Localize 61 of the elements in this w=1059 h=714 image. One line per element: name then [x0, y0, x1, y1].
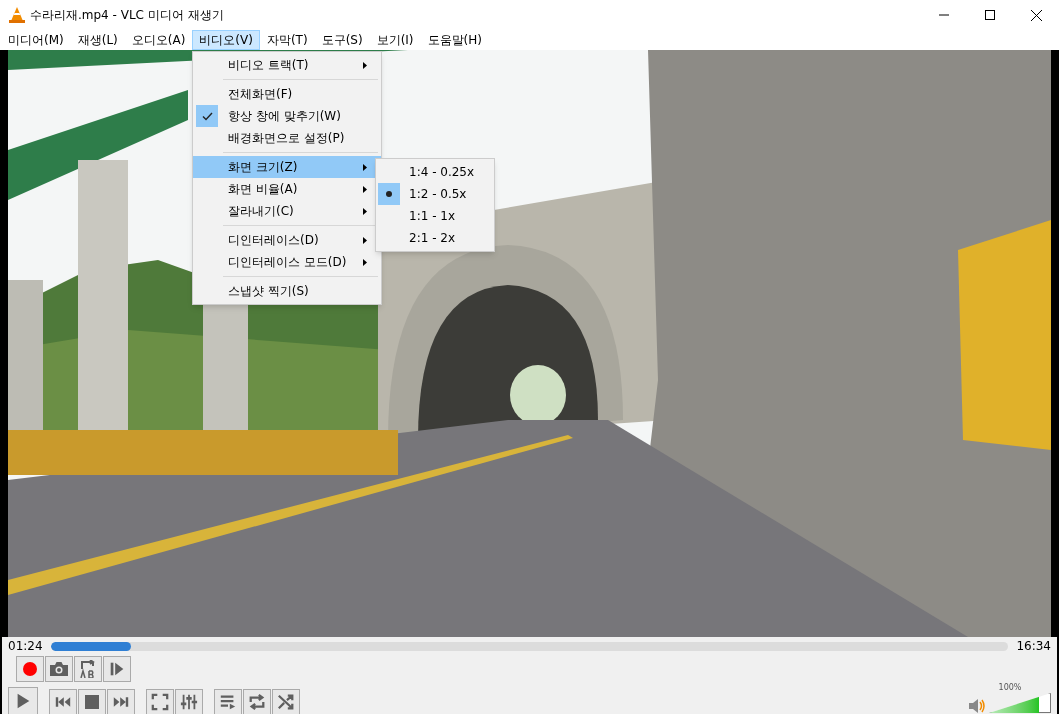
close-icon: [1030, 9, 1042, 21]
previous-button[interactable]: [49, 689, 77, 714]
next-button[interactable]: [107, 689, 135, 714]
menu-item[interactable]: 비디오 트랙(T): [193, 54, 381, 76]
submenu-arrow-icon: [363, 236, 367, 244]
shuffle-icon: [277, 694, 294, 710]
elapsed-time: 01:24: [8, 638, 43, 655]
menu-item[interactable]: 전체화면(F): [193, 83, 381, 105]
frame-step-button[interactable]: [103, 656, 131, 682]
stop-button[interactable]: [78, 689, 106, 714]
menu-item[interactable]: 스냅샷 찍기(S): [193, 280, 381, 302]
menu-bar-item[interactable]: 자막(T): [259, 30, 315, 50]
menu-item[interactable]: 1:1 - 1x: [376, 205, 494, 227]
menu-bar-item[interactable]: 도움말(H): [420, 30, 489, 50]
submenu-arrow-icon: [363, 258, 367, 266]
record-icon: [23, 662, 37, 676]
sliders-icon: [180, 693, 198, 711]
menu-item[interactable]: 디인터레이스 모드(D): [193, 251, 381, 273]
frame-step-icon: [110, 662, 124, 676]
repeat-button[interactable]: [243, 689, 271, 714]
fullscreen-button[interactable]: [146, 689, 174, 714]
next-icon: [113, 697, 129, 707]
shuffle-button[interactable]: [272, 689, 300, 714]
menu-item[interactable]: 1:2 - 0.5x: [376, 183, 494, 205]
menu-item[interactable]: 항상 창에 맞추기(W): [193, 105, 381, 127]
stop-icon: [85, 695, 99, 709]
volume-reading: 100%: [998, 684, 1022, 692]
submenu-arrow-icon: [363, 163, 367, 171]
ab-loop-button[interactable]: [74, 656, 102, 682]
repeat-icon: [249, 693, 265, 711]
submenu-arrow-icon: [363, 61, 367, 69]
menu-bar-item[interactable]: 도구(S): [314, 30, 370, 50]
camera-icon: [50, 662, 68, 676]
snapshot-button[interactable]: [45, 656, 73, 682]
menu-bar-item[interactable]: 재생(L): [70, 30, 125, 50]
maximize-icon: [985, 10, 995, 20]
menu-item[interactable]: 2:1 - 2x: [376, 227, 494, 249]
playlist-button[interactable]: [214, 689, 242, 714]
menu-bar-item[interactable]: 오디오(A): [124, 30, 193, 50]
window-title: 수라리재.mp4 - VLC 미디어 재생기: [30, 7, 224, 24]
radio-dot-icon: [386, 191, 392, 197]
record-button[interactable]: [16, 656, 44, 682]
equalizer-button[interactable]: [175, 689, 203, 714]
seek-bar[interactable]: [50, 641, 1009, 651]
menu-item[interactable]: 배경화면으로 설정(P): [193, 127, 381, 149]
play-button[interactable]: [8, 687, 38, 714]
total-time: 16:34: [1016, 638, 1051, 655]
menu-bar-item[interactable]: 미디어(M): [1, 30, 71, 50]
play-icon: [17, 693, 30, 709]
ab-loop-icon: [80, 660, 96, 678]
traffic-cone-icon: [8, 6, 26, 24]
speaker-icon: [969, 699, 985, 713]
previous-icon: [55, 697, 71, 707]
submenu-arrow-icon: [363, 185, 367, 193]
checkmark-icon: [201, 111, 213, 121]
menu-bar-item[interactable]: 보기(I): [369, 30, 421, 50]
submenu-arrow-icon: [363, 207, 367, 215]
fullscreen-icon: [151, 693, 169, 711]
menu-item[interactable]: 화면 크기(Z): [193, 156, 381, 178]
menu-bar-item[interactable]: 비디오(V): [192, 30, 260, 50]
playlist-icon: [219, 695, 236, 710]
